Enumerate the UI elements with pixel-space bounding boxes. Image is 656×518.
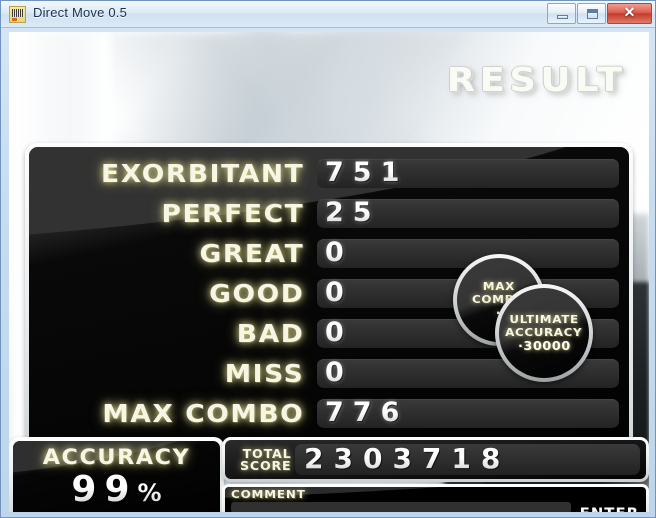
accuracy-unit: % [137,479,162,507]
total-score-label: TOTAL SCORE [225,448,297,472]
table-row: MAX COMBO 776 [39,393,619,433]
total-score-bar: 2303718 [295,442,640,475]
stat-label: MISS [224,358,305,388]
accuracy-value-wrap: 99% [13,470,220,512]
stat-value: 0 [325,356,353,388]
page-title: RESULT [447,60,627,99]
comment-input[interactable] [231,502,571,512]
stat-value: 0 [325,316,353,348]
comment-box: COMMENT ENTER FPS : 0570 [222,484,649,512]
accuracy-box: ACCURACY 99% [9,437,224,512]
stat-value: 25 [325,196,381,228]
stat-value: 751 [325,156,409,188]
stat-label: MAX COMBO [102,398,305,428]
fps-counter: FPS : 0570 [537,511,640,512]
stat-label: PERFECT [161,198,305,228]
window-title: Direct Move 0.5 [33,5,128,20]
badge-ultimate-accuracy-inner: ULTIMATE ACCURACY ·30000 [499,288,589,378]
minimize-icon [557,15,568,19]
window-frame: Direct Move 0.5 ✕ RESULT EXORBITANT 751 … [0,0,656,518]
game-canvas: RESULT EXORBITANT 751 PERFECT 25 GREAT 0… [9,32,649,512]
title-bar: Direct Move 0.5 ✕ [1,1,655,28]
badge-title-line2: ACCURACY [505,325,583,339]
achievement-badges: MAX COMBO · ULTIMATE ACCURACY ·30000 [453,254,613,384]
comment-box-inner: COMMENT ENTER FPS : 0570 [225,487,646,512]
accuracy-box-inner: ACCURACY 99% [13,441,220,512]
badge-title-line1: MAX [482,279,516,293]
table-row: PERFECT 25 [39,193,619,233]
window-controls: ✕ [546,3,652,24]
comment-label: COMMENT [231,488,306,501]
badge-ultimate-accuracy: ULTIMATE ACCURACY ·30000 [495,284,593,382]
stat-bar: 776 [317,396,619,428]
stat-label: GREAT [199,238,305,268]
app-window: Direct Move 0.5 ✕ RESULT EXORBITANT 751 … [0,0,656,518]
maximize-button[interactable] [577,3,606,24]
stat-bar: 751 [317,156,619,188]
stat-value: 0 [325,276,353,308]
total-score-value: 2303718 [304,442,511,475]
close-icon: ✕ [623,6,636,21]
accuracy-label: ACCURACY [42,445,191,469]
badge-value: ·30000 [517,338,571,353]
minimize-button[interactable] [547,3,576,24]
maximize-icon [587,9,598,19]
table-row: EXORBITANT 751 [39,153,619,193]
close-button[interactable]: ✕ [607,3,652,24]
total-score-label-line2: SCORE [239,458,292,473]
stat-label: GOOD [209,278,305,308]
stat-bar: 25 [317,196,619,228]
stat-label: BAD [236,318,305,348]
stat-label: EXORBITANT [101,158,305,188]
accuracy-value: 99 [71,469,138,510]
stat-value: 0 [325,236,353,268]
badge-title-line1: ULTIMATE [509,312,579,326]
app-icon [9,6,26,23]
stat-value: 776 [325,396,409,428]
